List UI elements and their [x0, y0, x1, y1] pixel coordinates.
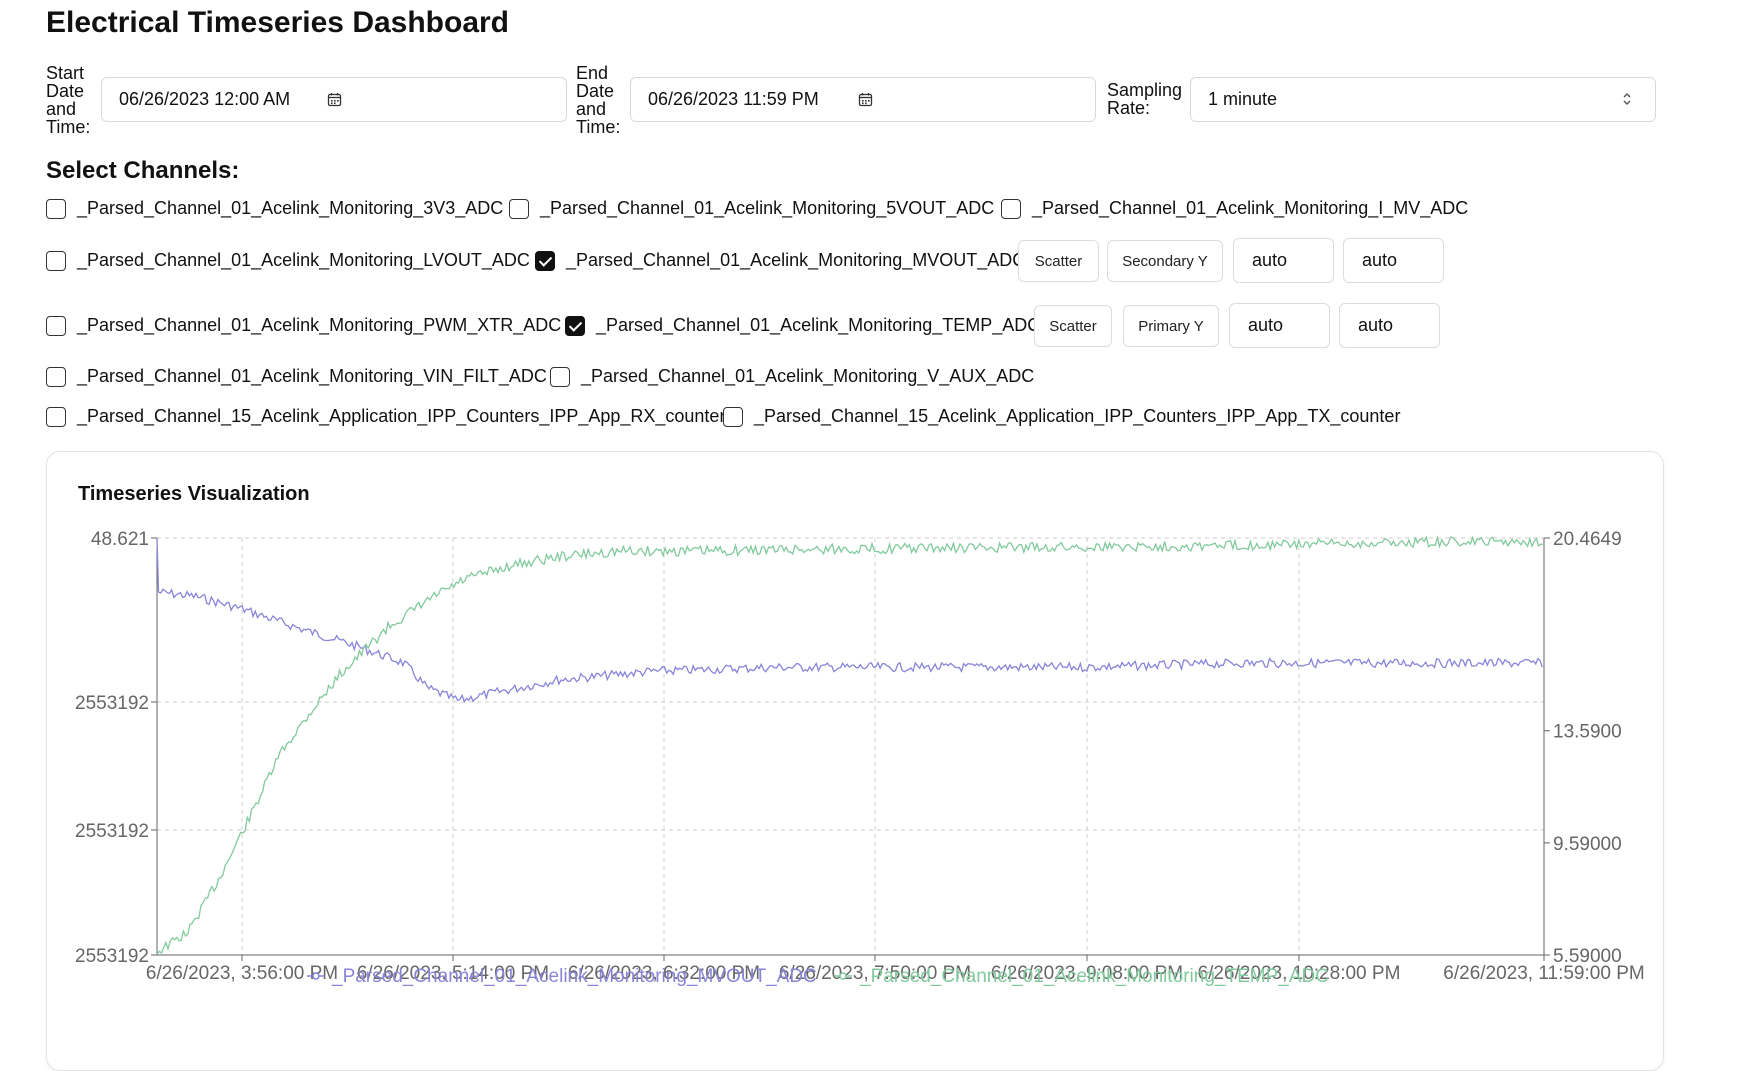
right-y-tick-label: 9.59000	[1553, 834, 1622, 855]
x-tick-label: 6/26/2023, 3:56:00 PM	[146, 963, 338, 984]
left-y-tick-label: 2553192	[75, 821, 149, 842]
left-y-tick-label: 2553192	[75, 693, 149, 714]
timeseries-chart[interactable]: 48.621 2553192 2553192 2553192 20.4649 13.590…	[0, 0, 1753, 1030]
right-y-tick-label: 13.5900	[1553, 722, 1622, 743]
right-y-tick-label: 20.4649	[1553, 529, 1622, 550]
series-line-temp	[156, 535, 1544, 955]
left-y-tick-label: 48.621	[91, 529, 149, 550]
legend-marker-temp-dot	[839, 972, 847, 980]
left-y-tick-label: 2553192	[75, 946, 149, 967]
series-line-mvout	[156, 538, 1543, 704]
x-tick-label: 6/26/2023, 11:59:00 PM	[1443, 963, 1644, 984]
legend-label-temp: _Parsed_Channel_01_Acelink_Monitoring_TE…	[859, 966, 1329, 987]
legend-label-mvout: _Parsed_Channel_01_Acelink_Monitoring_MV…	[331, 966, 817, 987]
legend-marker-mvout-dot	[312, 972, 320, 980]
